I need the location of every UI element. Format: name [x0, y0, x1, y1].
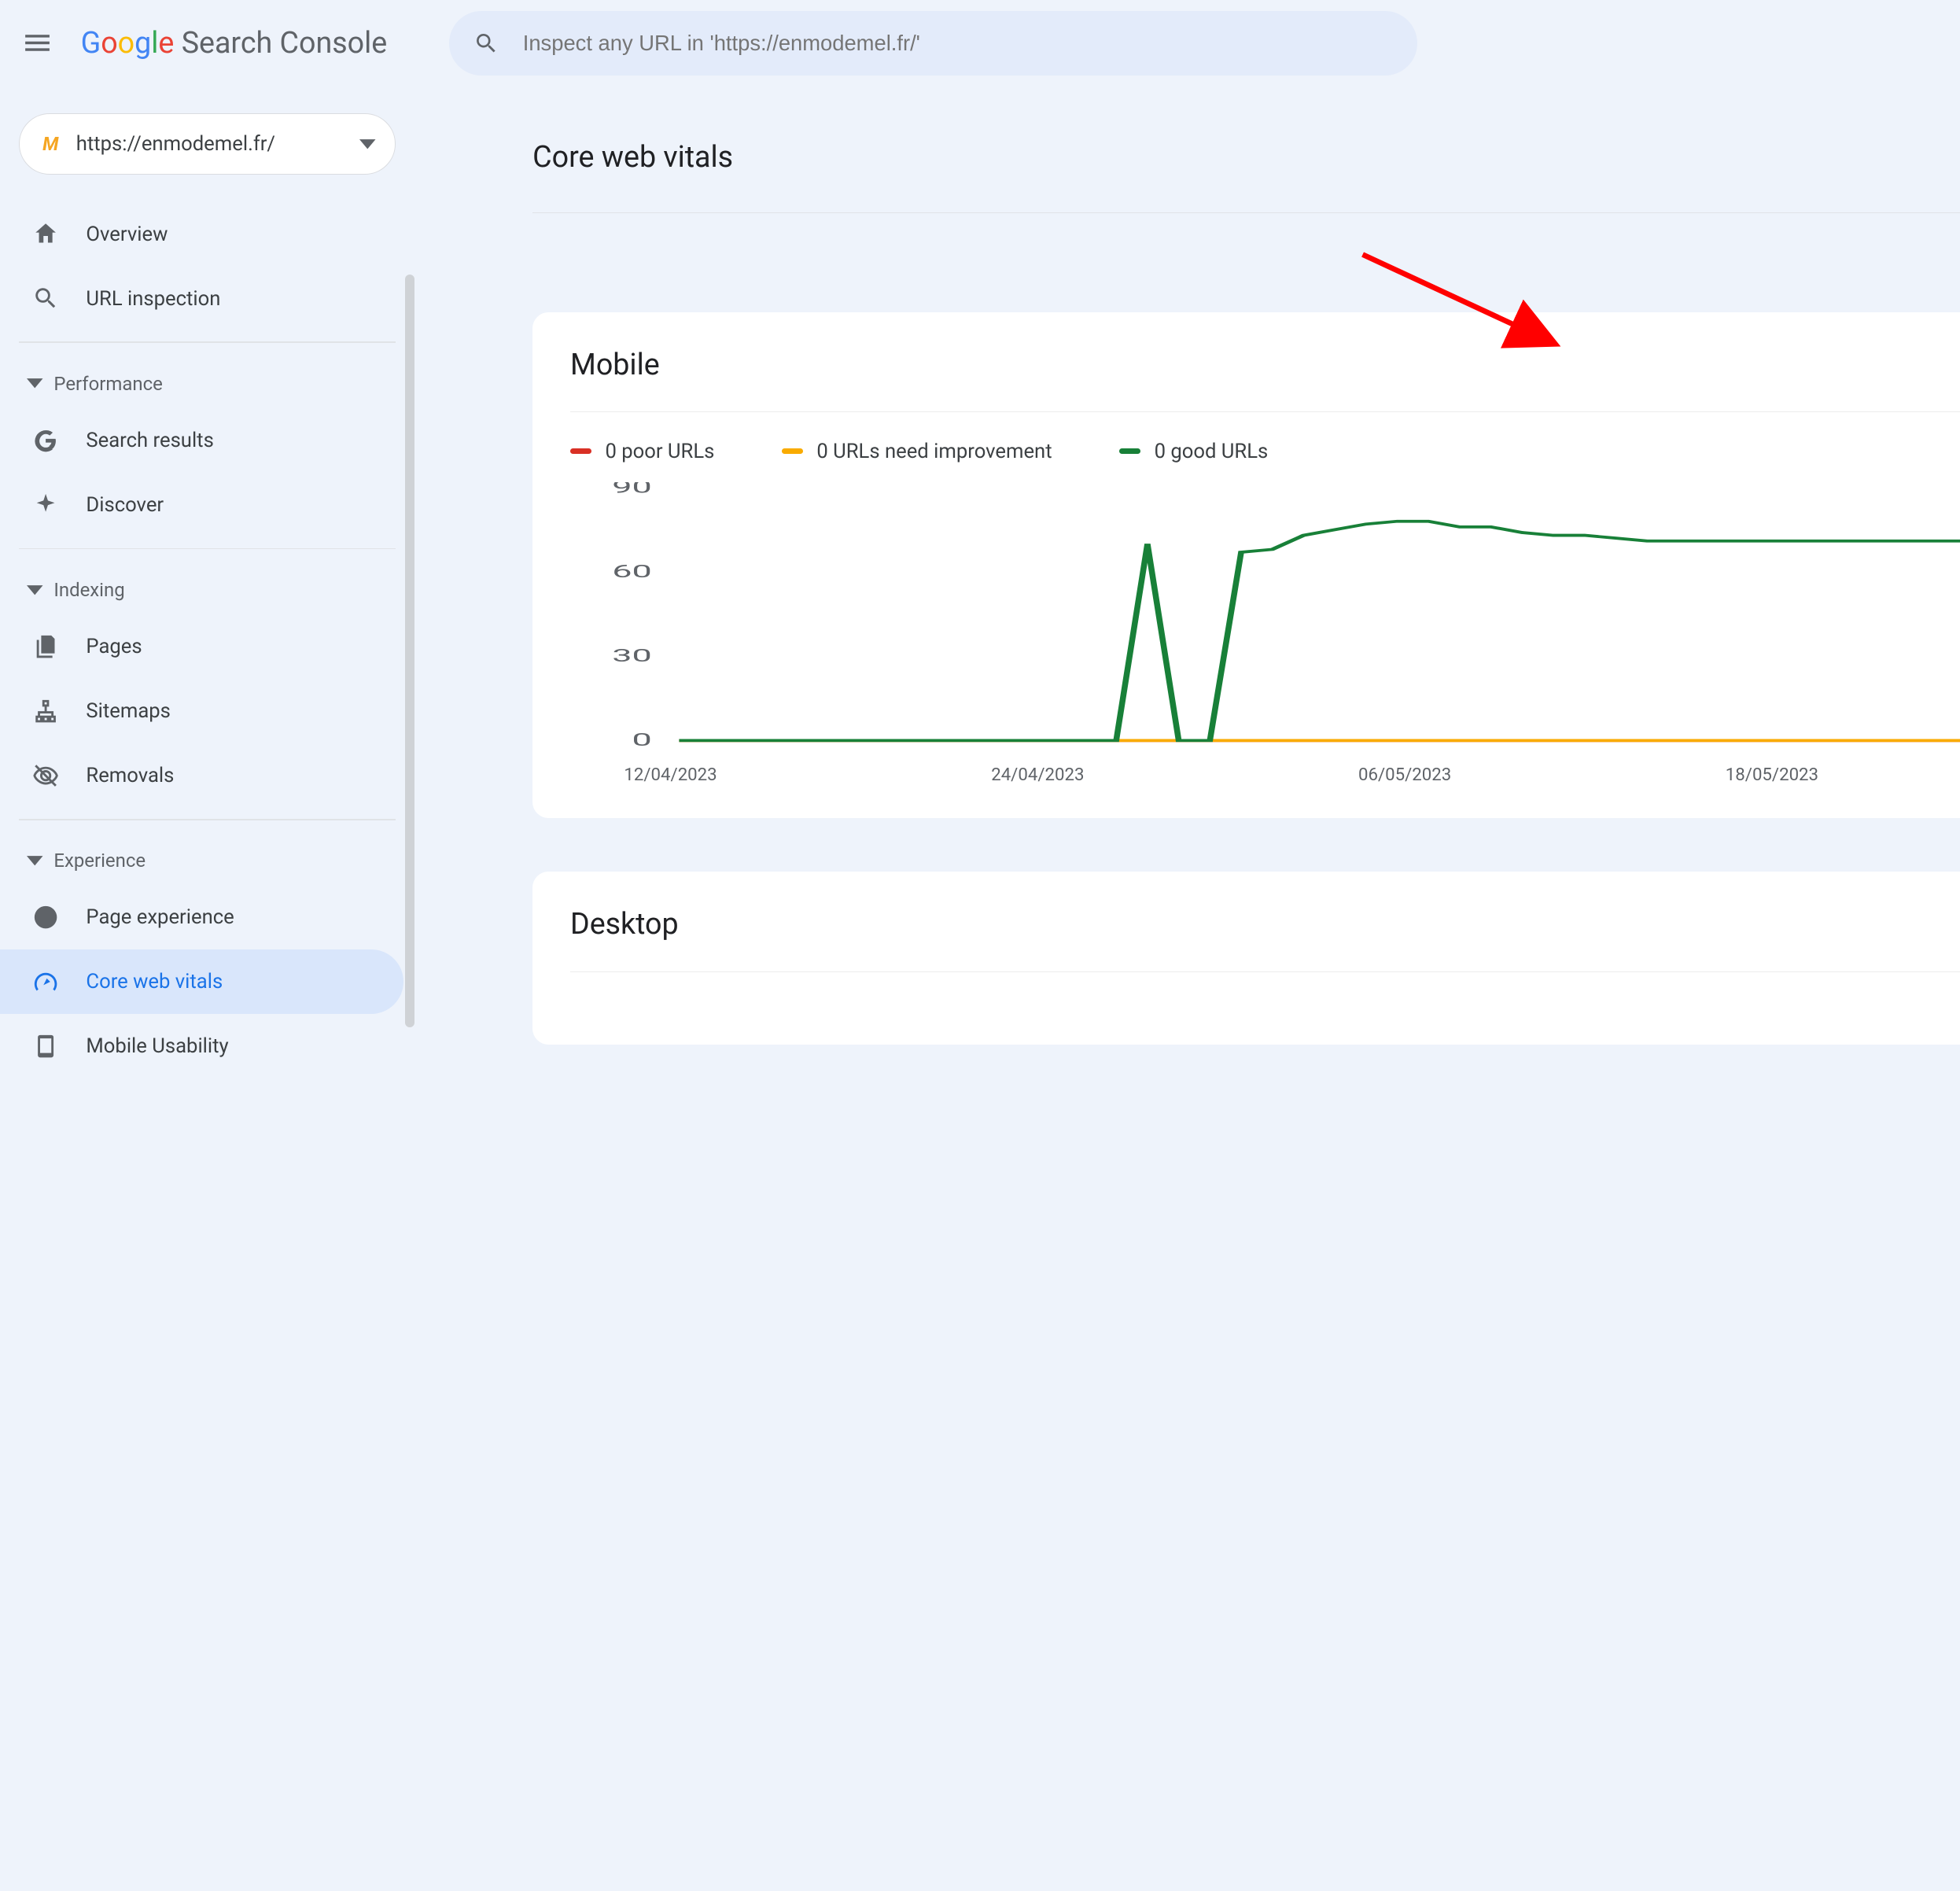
- sidebar-item-sitemaps[interactable]: Sitemaps: [0, 679, 403, 743]
- sidebar-item-overview[interactable]: Overview: [0, 201, 403, 266]
- sidebar-section-indexing[interactable]: Indexing: [0, 560, 414, 614]
- dropdown-caret-icon: [359, 136, 376, 153]
- sitemap-icon: [32, 698, 59, 724]
- sidebar-item-removals[interactable]: Removals: [0, 743, 403, 808]
- speedometer-icon: [32, 968, 59, 995]
- sidebar-item-url-inspection[interactable]: URL inspection: [0, 267, 403, 331]
- circle-plus-icon: [32, 904, 59, 931]
- svg-text:30: 30: [612, 645, 652, 665]
- pages-icon: [32, 633, 59, 660]
- mobile-icon: [32, 1033, 59, 1060]
- sidebar-section-performance[interactable]: Performance: [0, 354, 414, 408]
- property-selector[interactable]: M https://enmodemel.fr/: [19, 113, 396, 175]
- legend-poor[interactable]: 0 poor URLs: [570, 440, 714, 463]
- discover-icon: [32, 492, 59, 518]
- logo[interactable]: Google Search Console: [81, 26, 388, 61]
- mobile-chart: 0306090 12/04/202324/04/202306/05/202318…: [570, 482, 1960, 791]
- sidebar-scrollbar[interactable]: [405, 275, 414, 1028]
- google-g-icon: [32, 427, 59, 454]
- chevron-down-icon: [27, 375, 43, 392]
- desktop-card: Desktop OPEN REPORT: [532, 872, 1960, 1044]
- legend-good[interactable]: 0 good URLs: [1119, 440, 1268, 463]
- sidebar-section-experience[interactable]: Experience: [0, 831, 414, 885]
- legend-needs-improvement[interactable]: 0 URLs need improvement: [782, 440, 1052, 463]
- hamburger-menu-icon[interactable]: [21, 27, 53, 59]
- property-url: https://enmodemel.fr/: [76, 132, 346, 156]
- sidebar-item-mobile-usability[interactable]: Mobile Usability: [0, 1014, 403, 1078]
- mobile-card-title: Mobile: [570, 348, 660, 382]
- svg-text:0: 0: [632, 729, 652, 750]
- home-icon: [32, 220, 59, 247]
- svg-text:90: 90: [612, 482, 652, 497]
- page-title: Core web vitals: [532, 140, 1960, 212]
- chevron-down-icon: [27, 582, 43, 599]
- search-input[interactable]: [523, 31, 1394, 56]
- chevron-down-icon: [27, 853, 43, 869]
- url-inspect-search[interactable]: [449, 11, 1417, 76]
- sidebar-item-core-web-vitals[interactable]: Core web vitals: [0, 949, 403, 1014]
- svg-text:60: 60: [612, 561, 652, 581]
- chart-legend: 0 poor URLs 0 URLs need improvement 0 go…: [570, 431, 1960, 476]
- sidebar-item-pages[interactable]: Pages: [0, 614, 403, 679]
- search-icon: [473, 30, 499, 57]
- property-favicon: M: [39, 132, 63, 157]
- desktop-card-title: Desktop: [570, 907, 679, 942]
- sidebar-item-page-experience[interactable]: Page experience: [0, 885, 403, 949]
- sidebar-item-search-results[interactable]: Search results: [0, 408, 403, 473]
- sidebar-item-discover[interactable]: Discover: [0, 473, 403, 537]
- eye-off-icon: [32, 762, 59, 789]
- mobile-card: Mobile OPEN REPORT 0 poor URLs 0 URLs ne…: [532, 312, 1960, 818]
- search-icon: [32, 285, 59, 311]
- logo-suffix: Search Console: [182, 26, 388, 61]
